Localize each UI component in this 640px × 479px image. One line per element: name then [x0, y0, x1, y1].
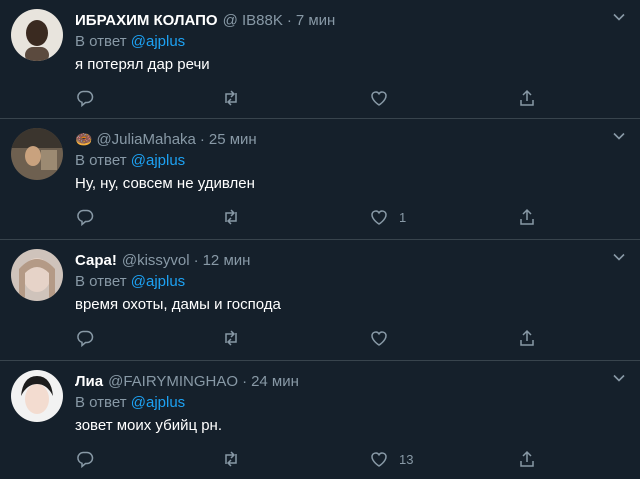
like-button[interactable]: 13 — [369, 448, 413, 470]
tweet-feed: ИБРАХИМ КОЛАПО @ IB88K · 7 мин В ответ @… — [0, 0, 640, 479]
like-count: 1 — [399, 209, 407, 225]
separator-dot: · — [199, 130, 205, 148]
retweet-button[interactable] — [221, 327, 241, 349]
tweet[interactable]: Сара! @kissyvol · 12 мин В ответ @ajplus… — [0, 240, 640, 361]
timestamp[interactable]: 12 мин — [203, 252, 251, 269]
share-button[interactable] — [517, 206, 537, 228]
share-button[interactable] — [517, 87, 537, 109]
tweet-text: время охоты, дамы и господа — [75, 296, 281, 313]
tweet-actions: 1 — [75, 206, 635, 228]
timestamp[interactable]: 7 мин — [296, 12, 336, 29]
tweet[interactable]: ИБРАХИМ КОЛАПО @ IB88K · 7 мин В ответ @… — [0, 0, 640, 119]
tweet-actions — [75, 327, 635, 349]
avatar[interactable] — [11, 9, 63, 61]
mention-link[interactable]: @ajplus — [131, 273, 185, 290]
timestamp[interactable]: 24 мин — [251, 373, 299, 390]
reply-button[interactable] — [75, 206, 95, 228]
user-handle[interactable]: @FAIRYMINGHAO — [108, 373, 238, 390]
like-button[interactable] — [369, 87, 399, 109]
chevron-down-icon[interactable] — [612, 10, 626, 24]
retweet-button[interactable] — [221, 206, 241, 228]
share-icon — [520, 450, 534, 467]
reply-prefix: В ответ — [75, 33, 127, 50]
retweet-icon — [225, 451, 237, 467]
avatar[interactable] — [11, 128, 63, 180]
tweet-actions: 13 — [75, 448, 635, 470]
retweet-icon — [225, 90, 237, 106]
display-name[interactable]: ИБРАХИМ КОЛАПО — [75, 12, 218, 29]
user-handle[interactable]: @ IB88K — [223, 12, 283, 29]
tweet-text: зовет моих убийц рн. — [75, 417, 223, 434]
separator-dot: · — [242, 372, 248, 390]
reply-icon — [77, 90, 94, 108]
reply-button[interactable] — [75, 448, 95, 470]
reply-context: В ответ @ajplus — [75, 33, 185, 50]
heart-icon — [371, 452, 387, 467]
heart-icon — [371, 210, 387, 225]
reply-context: В ответ @ajplus — [75, 273, 185, 290]
retweet-icon — [225, 209, 237, 225]
reply-prefix: В ответ — [75, 273, 127, 290]
tweet[interactable]: Лиа @FAIRYMINGHAO · 24 мин В ответ @ajpl… — [0, 361, 640, 479]
like-button[interactable]: 1 — [369, 206, 406, 228]
display-name[interactable]: Лиа — [75, 373, 103, 390]
like-button[interactable] — [369, 327, 399, 349]
retweet-button[interactable] — [221, 87, 241, 109]
reply-context: В ответ @ajplus — [75, 394, 185, 411]
share-icon — [520, 329, 534, 346]
tweet[interactable]: 🍩 @JuliaMahaka · 25 мин В ответ @ajplus … — [0, 119, 640, 240]
retweet-icon — [225, 330, 237, 346]
separator-dot: · — [193, 251, 199, 269]
user-handle[interactable]: @kissyvol — [122, 252, 190, 269]
mention-link[interactable]: @ajplus — [131, 152, 185, 169]
avatar[interactable] — [11, 249, 63, 301]
like-count: 13 — [399, 451, 414, 467]
reply-icon — [77, 451, 94, 469]
mention-link[interactable]: @ajplus — [131, 33, 185, 50]
chevron-down-icon[interactable] — [612, 371, 626, 385]
heart-icon — [371, 331, 387, 346]
share-icon — [520, 208, 534, 225]
tweet-text: Ну, ну, совсем не удивлен — [75, 175, 255, 192]
reply-button[interactable] — [75, 87, 95, 109]
tweet-header: Сара! @kissyvol · 12 мин — [75, 249, 250, 271]
reply-context: В ответ @ajplus — [75, 152, 185, 169]
reply-prefix: В ответ — [75, 152, 127, 169]
mention-link[interactable]: @ajplus — [131, 394, 185, 411]
share-button[interactable] — [517, 327, 537, 349]
chevron-down-icon[interactable] — [612, 129, 626, 143]
share-button[interactable] — [517, 448, 537, 470]
avatar[interactable] — [11, 370, 63, 422]
user-handle[interactable]: @JuliaMahaka — [96, 131, 195, 148]
timestamp[interactable]: 25 мин — [209, 131, 257, 148]
chevron-down-icon[interactable] — [612, 250, 626, 264]
reply-icon — [77, 330, 94, 348]
retweet-button[interactable] — [221, 448, 241, 470]
name-emoji: 🍩 — [75, 130, 93, 147]
reply-icon — [77, 209, 94, 227]
separator-dot: · — [286, 11, 292, 29]
reply-button[interactable] — [75, 327, 95, 349]
tweet-header: 🍩 @JuliaMahaka · 25 мин — [75, 128, 257, 150]
tweet-header: Лиа @FAIRYMINGHAO · 24 мин — [75, 370, 299, 392]
tweet-actions — [75, 87, 635, 109]
display-name[interactable]: Сара! — [75, 252, 117, 269]
tweet-text: я потерял дар речи — [75, 56, 210, 73]
reply-prefix: В ответ — [75, 394, 127, 411]
tweet-header: ИБРАХИМ КОЛАПО @ IB88K · 7 мин — [75, 9, 335, 31]
heart-icon — [371, 91, 387, 106]
share-icon — [520, 89, 534, 106]
